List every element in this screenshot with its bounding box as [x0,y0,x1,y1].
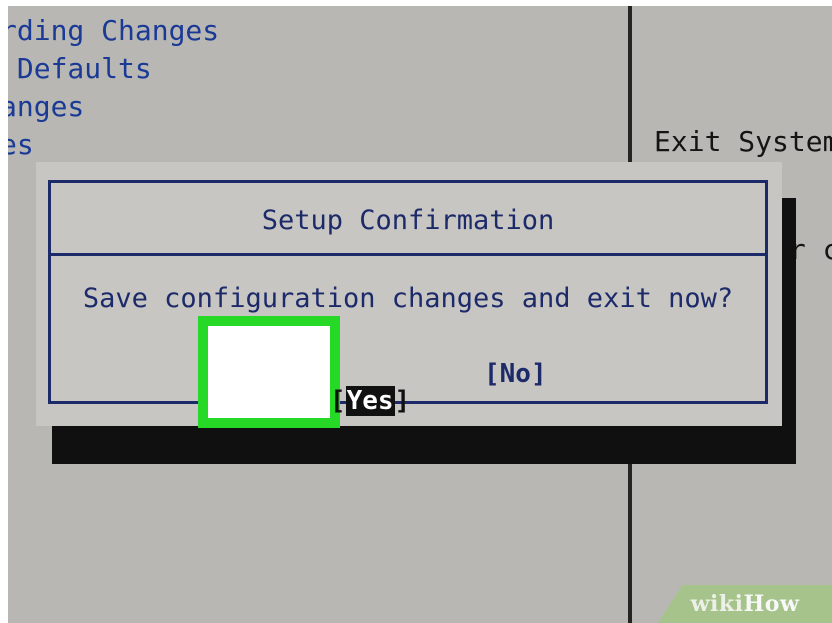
dialog-separator [51,253,765,256]
dialog-message: Save configuration changes and exit now? [82,283,734,314]
yes-label: Yes [345,386,395,416]
left-menu: rding Changes Defaults anges es [8,6,628,176]
menu-item-load-defaults[interactable]: Defaults [8,52,152,86]
menu-item-save-changes[interactable]: anges [8,90,84,124]
help-line: Exit System [654,125,832,158]
wikihow-watermark: wikiHow [658,585,832,623]
yes-bracket-close: ] [394,386,411,416]
yes-bracket-open: [ [329,386,346,416]
dialog-title: Setup Confirmation [261,205,555,236]
watermark-wiki: wiki [690,591,744,617]
yes-button[interactable]: [Yes] [198,316,410,428]
menu-item-discard-changes[interactable]: rding Changes [8,14,219,48]
menu-item-exit[interactable]: es [8,128,34,162]
no-button[interactable]: [No] [484,358,547,390]
watermark-how: How [743,591,800,617]
bios-screen: rding Changes Defaults anges es Exit Sys… [8,6,832,623]
